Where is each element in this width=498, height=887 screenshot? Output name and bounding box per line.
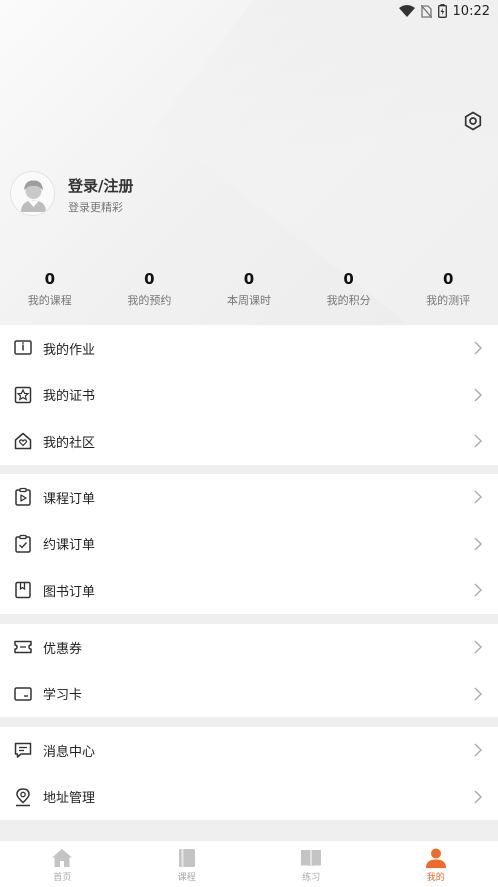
battery-icon: [437, 4, 447, 18]
menu-item-community[interactable]: 我的社区: [0, 418, 498, 465]
stat-value: 0: [442, 270, 454, 288]
community-home-icon: [14, 433, 32, 450]
course-order-icon: [15, 488, 31, 506]
menu-group-orders: 课程订单 约课订单 图书订单: [0, 474, 498, 614]
stat-my-assessments[interactable]: 0 我的测评: [398, 268, 498, 308]
chevron-right-icon: [474, 388, 482, 402]
menu-item-label: 我的作业: [43, 342, 96, 358]
stat-value: 0: [44, 270, 56, 288]
stat-value: 0: [343, 270, 354, 288]
menu-item-homework[interactable]: 我的作业: [0, 325, 498, 372]
coupon-icon: [14, 641, 32, 654]
chevron-right-icon: [474, 640, 482, 654]
message-icon: [14, 743, 32, 758]
tab-courses[interactable]: 课程: [125, 841, 250, 887]
stat-my-points[interactable]: 0 我的积分: [299, 268, 399, 308]
bottom-tab-bar: 首页 课程 练习 我的: [0, 840, 498, 887]
chevron-right-icon: [474, 790, 482, 804]
gear-icon: [464, 111, 482, 131]
stat-label: 我的积分: [326, 294, 371, 307]
menu-item-booking-orders[interactable]: 约课订单: [0, 521, 498, 568]
menu-item-label: 消息中心: [43, 744, 96, 760]
menu-item-label: 学习卡: [43, 688, 83, 704]
menu-item-coupons[interactable]: 优惠券: [0, 624, 498, 671]
tab-label: 首页: [53, 873, 72, 883]
stat-my-bookings[interactable]: 0 我的预约: [100, 268, 200, 308]
menu-item-certificate[interactable]: 我的证书: [0, 372, 498, 419]
menu-item-label: 我的证书: [43, 389, 96, 405]
stat-weekly-hours[interactable]: 0 本周课时: [199, 268, 299, 308]
stat-label: 我的测评: [426, 294, 471, 307]
home-icon: [52, 849, 73, 867]
menu-group-wallet: 优惠券 学习卡: [0, 624, 498, 717]
chevron-right-icon: [474, 537, 482, 551]
person-icon: [425, 848, 446, 868]
menu-item-label: 我的社区: [43, 435, 96, 451]
tab-mine[interactable]: 我的: [374, 841, 498, 887]
login-subtitle: 登录更精彩: [68, 201, 123, 214]
tab-practice[interactable]: 练习: [249, 841, 374, 887]
avatar[interactable]: [10, 171, 55, 216]
stat-label: 我的课程: [27, 294, 72, 307]
tab-label: 课程: [177, 873, 196, 883]
menu-item-course-orders[interactable]: 课程订单: [0, 474, 498, 521]
stat-label: 本周课时: [226, 294, 271, 307]
certificate-icon: [14, 386, 32, 403]
stat-my-courses[interactable]: 0 我的课程: [0, 268, 100, 308]
book-icon: [178, 849, 195, 867]
chevron-right-icon: [474, 687, 482, 701]
stats-bar: 0 我的课程 0 我的预约 0 本周课时 0 我的积分 0 我的测评: [0, 268, 498, 308]
homework-icon: [14, 340, 32, 355]
chevron-right-icon: [474, 434, 482, 448]
status-bar: 10:22: [0, 0, 498, 22]
menu-item-label: 课程订单: [43, 491, 96, 507]
menu-item-book-orders[interactable]: 图书订单: [0, 567, 498, 614]
chevron-right-icon: [474, 583, 482, 597]
tab-label: 练习: [302, 873, 321, 883]
menu-item-address[interactable]: 地址管理: [0, 774, 498, 821]
menu-group-personal: 我的作业 我的证书 我的社区: [0, 325, 498, 465]
menu-item-label: 地址管理: [43, 791, 96, 807]
menu-item-label: 约课订单: [43, 538, 96, 554]
menu-item-label: 图书订单: [43, 584, 96, 600]
chevron-right-icon: [474, 490, 482, 504]
stat-value: 0: [243, 270, 255, 288]
book-order-icon: [15, 582, 31, 599]
settings-button[interactable]: [461, 109, 485, 133]
card-icon: [14, 687, 32, 701]
menu-group-other: 消息中心 地址管理: [0, 727, 498, 820]
menu-item-messages[interactable]: 消息中心: [0, 727, 498, 774]
booking-order-icon: [15, 534, 31, 553]
practice-icon: [301, 850, 322, 867]
chevron-right-icon: [474, 341, 482, 355]
tab-home[interactable]: 首页: [0, 841, 125, 887]
menu-item-label: 优惠券: [43, 641, 83, 657]
stat-label: 我的预约: [127, 294, 172, 307]
default-avatar-icon: [11, 172, 54, 215]
status-time: 10:22: [452, 3, 490, 19]
tab-label: 我的: [426, 873, 445, 883]
chevron-right-icon: [474, 743, 482, 757]
no-sim-icon: [420, 4, 432, 18]
wifi-icon: [398, 5, 415, 17]
location-pin-icon: [16, 787, 30, 806]
login-register-link[interactable]: 登录/注册: [68, 175, 133, 196]
menu-item-study-card[interactable]: 学习卡: [0, 671, 498, 718]
stat-value: 0: [144, 270, 155, 288]
